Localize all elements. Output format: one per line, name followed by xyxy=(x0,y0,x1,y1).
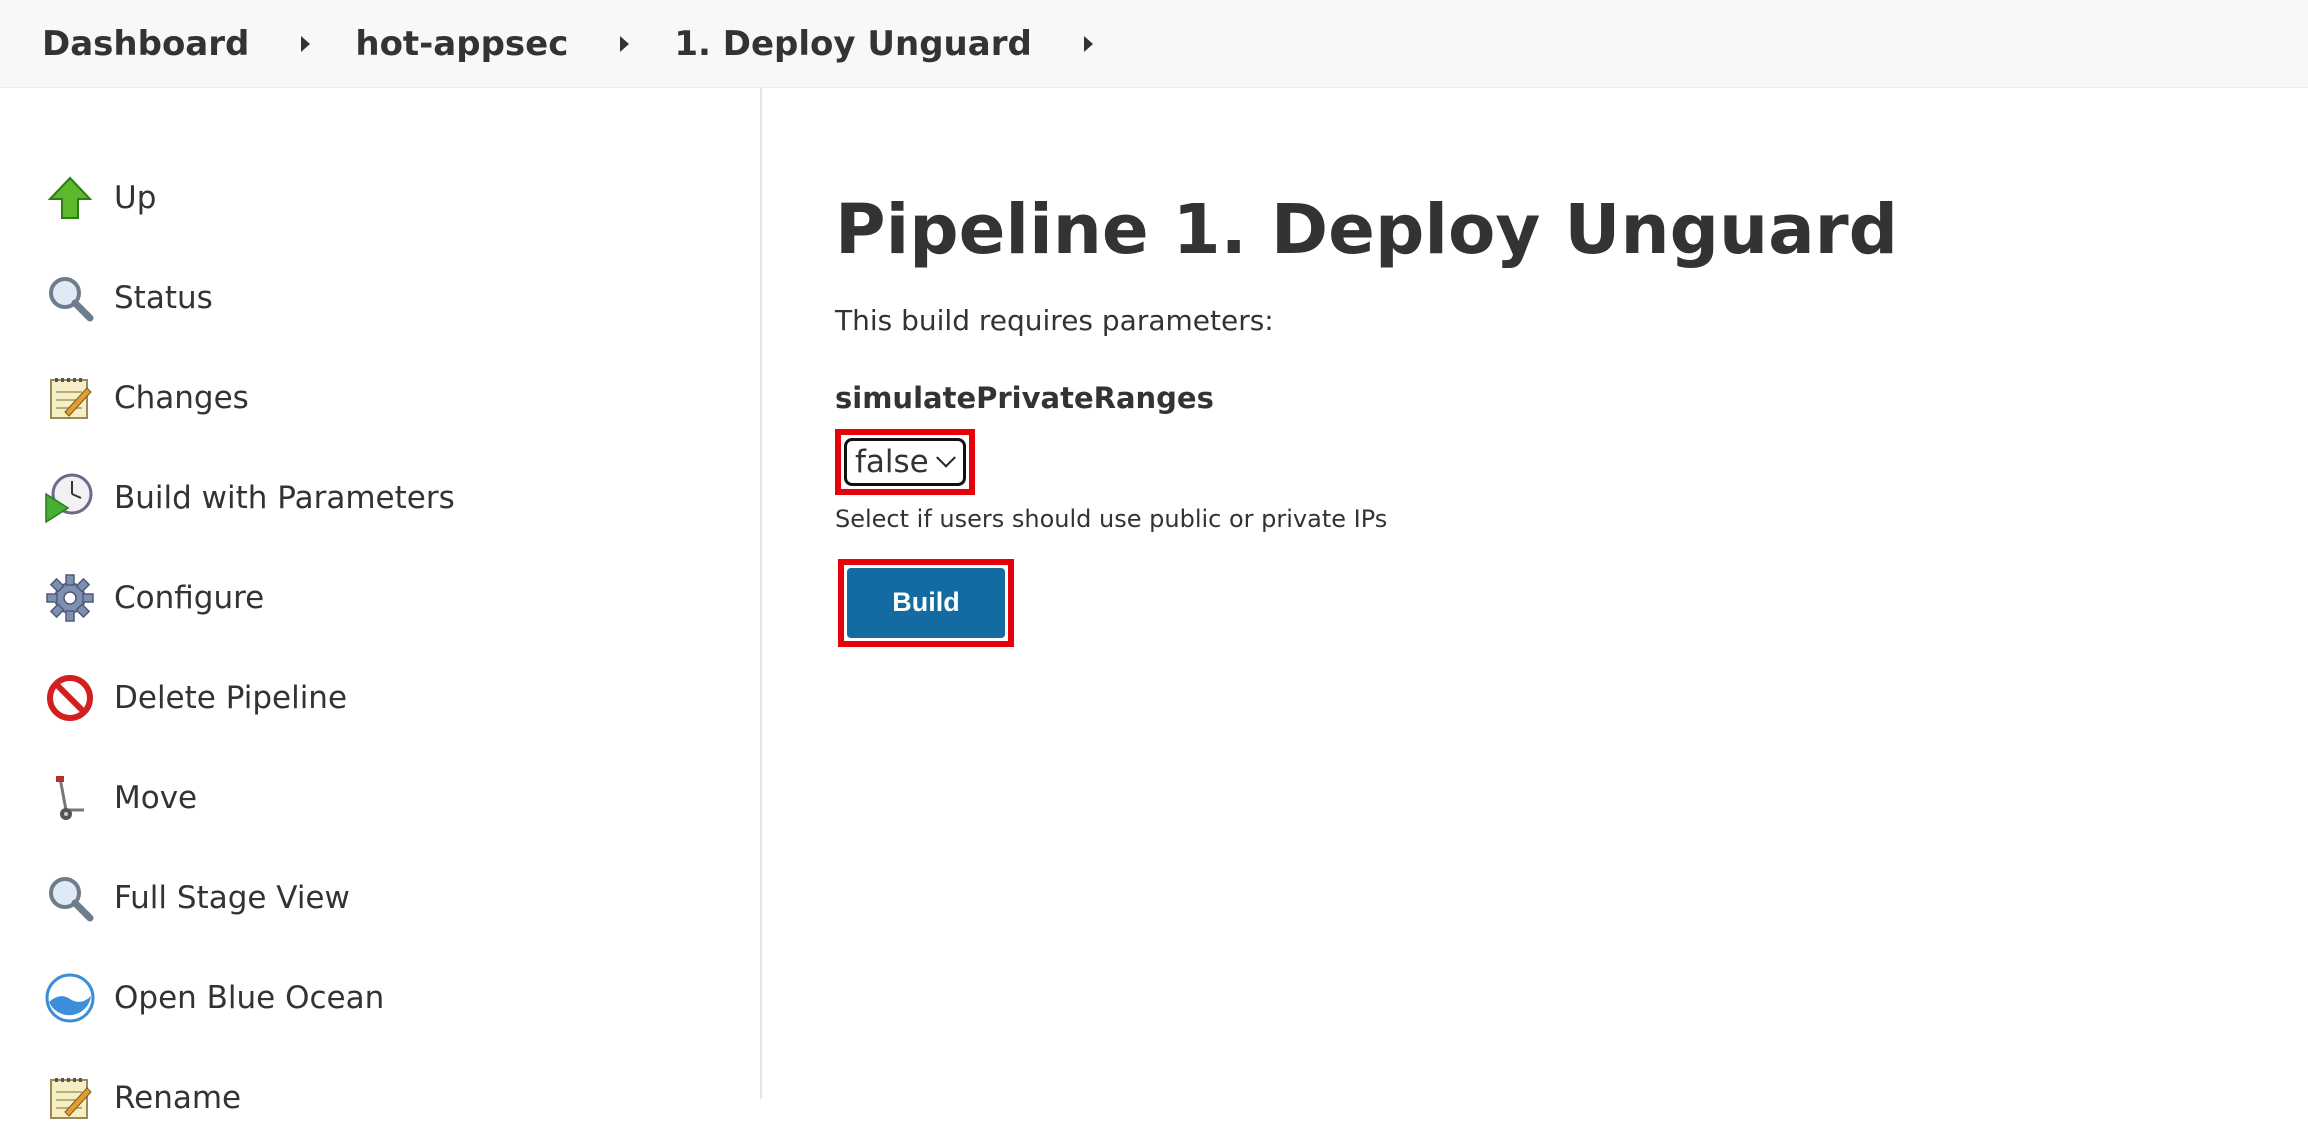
gear-icon xyxy=(44,572,96,624)
breadcrumb-link-folder[interactable]: hot-appsec xyxy=(355,24,568,64)
build-button-highlight: Build xyxy=(838,558,1014,647)
sidebar-item-delete-pipeline[interactable]: Delete Pipeline xyxy=(0,648,760,748)
sidebar-item-label: Configure xyxy=(114,580,265,616)
hand-truck-icon xyxy=(44,772,96,824)
breadcrumb: Dashboard hot-appsec 1. Deploy Unguard xyxy=(0,0,2308,88)
parameter-description: Select if users should use public or pri… xyxy=(835,504,1388,533)
notepad-icon xyxy=(44,1072,96,1124)
sidebar-item-full-stage-view[interactable]: Full Stage View xyxy=(0,848,760,948)
sidebar-item-up[interactable]: Up xyxy=(0,148,760,248)
clock-play-icon xyxy=(44,472,96,524)
page-title: Pipeline 1. Deploy Unguard xyxy=(835,190,1899,270)
magnifier-icon xyxy=(44,272,96,324)
parameter-name-label: simulatePrivateRanges xyxy=(835,380,1214,415)
sidebar-item-label: Full Stage View xyxy=(114,880,350,916)
build-button[interactable]: Build xyxy=(847,567,1005,638)
sidebar-item-rename[interactable]: Rename xyxy=(0,1048,760,1148)
breadcrumb-chevron-icon[interactable] xyxy=(1083,35,1093,52)
sidebar-item-status[interactable]: Status xyxy=(0,248,760,348)
sidebar-item-label: Delete Pipeline xyxy=(114,680,348,716)
sidebar-item-move[interactable]: Move xyxy=(0,748,760,848)
breadcrumb-item-pipeline: 1. Deploy Unguard xyxy=(674,24,1137,64)
main-content: Pipeline 1. Deploy Unguard This build re… xyxy=(762,88,1898,1099)
parameters-intro: This build requires parameters: xyxy=(835,303,1274,337)
up-arrow-icon xyxy=(44,172,96,224)
sidebar-item-configure[interactable]: Configure xyxy=(0,548,760,648)
sidebar-item-label: Rename xyxy=(114,1080,242,1116)
sidebar: Up Status Changes Build with Parameters xyxy=(0,88,762,1119)
sidebar-item-open-blue-ocean[interactable]: Open Blue Ocean xyxy=(0,948,760,1048)
sidebar-item-label: Status xyxy=(114,280,213,316)
breadcrumb-item-dashboard: Dashboard xyxy=(42,24,355,64)
sidebar-item-label: Up xyxy=(114,180,157,216)
sidebar-item-changes[interactable]: Changes xyxy=(0,348,760,448)
breadcrumb-chevron-icon[interactable] xyxy=(301,35,311,52)
parameter-select-highlight: false xyxy=(835,428,975,495)
sidebar-item-label: Move xyxy=(114,780,198,816)
sidebar-item-label: Build with Parameters xyxy=(114,480,455,516)
breadcrumb-link-pipeline[interactable]: 1. Deploy Unguard xyxy=(674,24,1031,64)
notepad-icon xyxy=(44,372,96,424)
no-entry-icon xyxy=(44,672,96,724)
simulate-private-ranges-select[interactable]: false xyxy=(844,437,966,486)
chevron-down-icon xyxy=(935,447,956,468)
magnifier-icon xyxy=(44,872,96,924)
sidebar-item-label: Changes xyxy=(114,380,249,416)
breadcrumb-link-dashboard[interactable]: Dashboard xyxy=(42,24,249,64)
sidebar-item-build-with-parameters[interactable]: Build with Parameters xyxy=(0,448,760,548)
sidebar-item-label: Open Blue Ocean xyxy=(114,980,385,1016)
breadcrumb-chevron-icon[interactable] xyxy=(620,35,630,52)
breadcrumb-item-folder: hot-appsec xyxy=(355,24,674,64)
select-value: false xyxy=(855,443,929,480)
blue-ocean-icon xyxy=(44,972,96,1024)
